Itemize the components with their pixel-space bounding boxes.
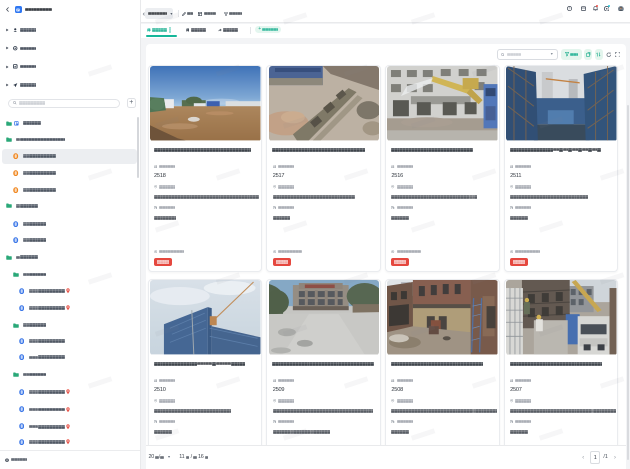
- svg-text:?: ?: [568, 7, 570, 11]
